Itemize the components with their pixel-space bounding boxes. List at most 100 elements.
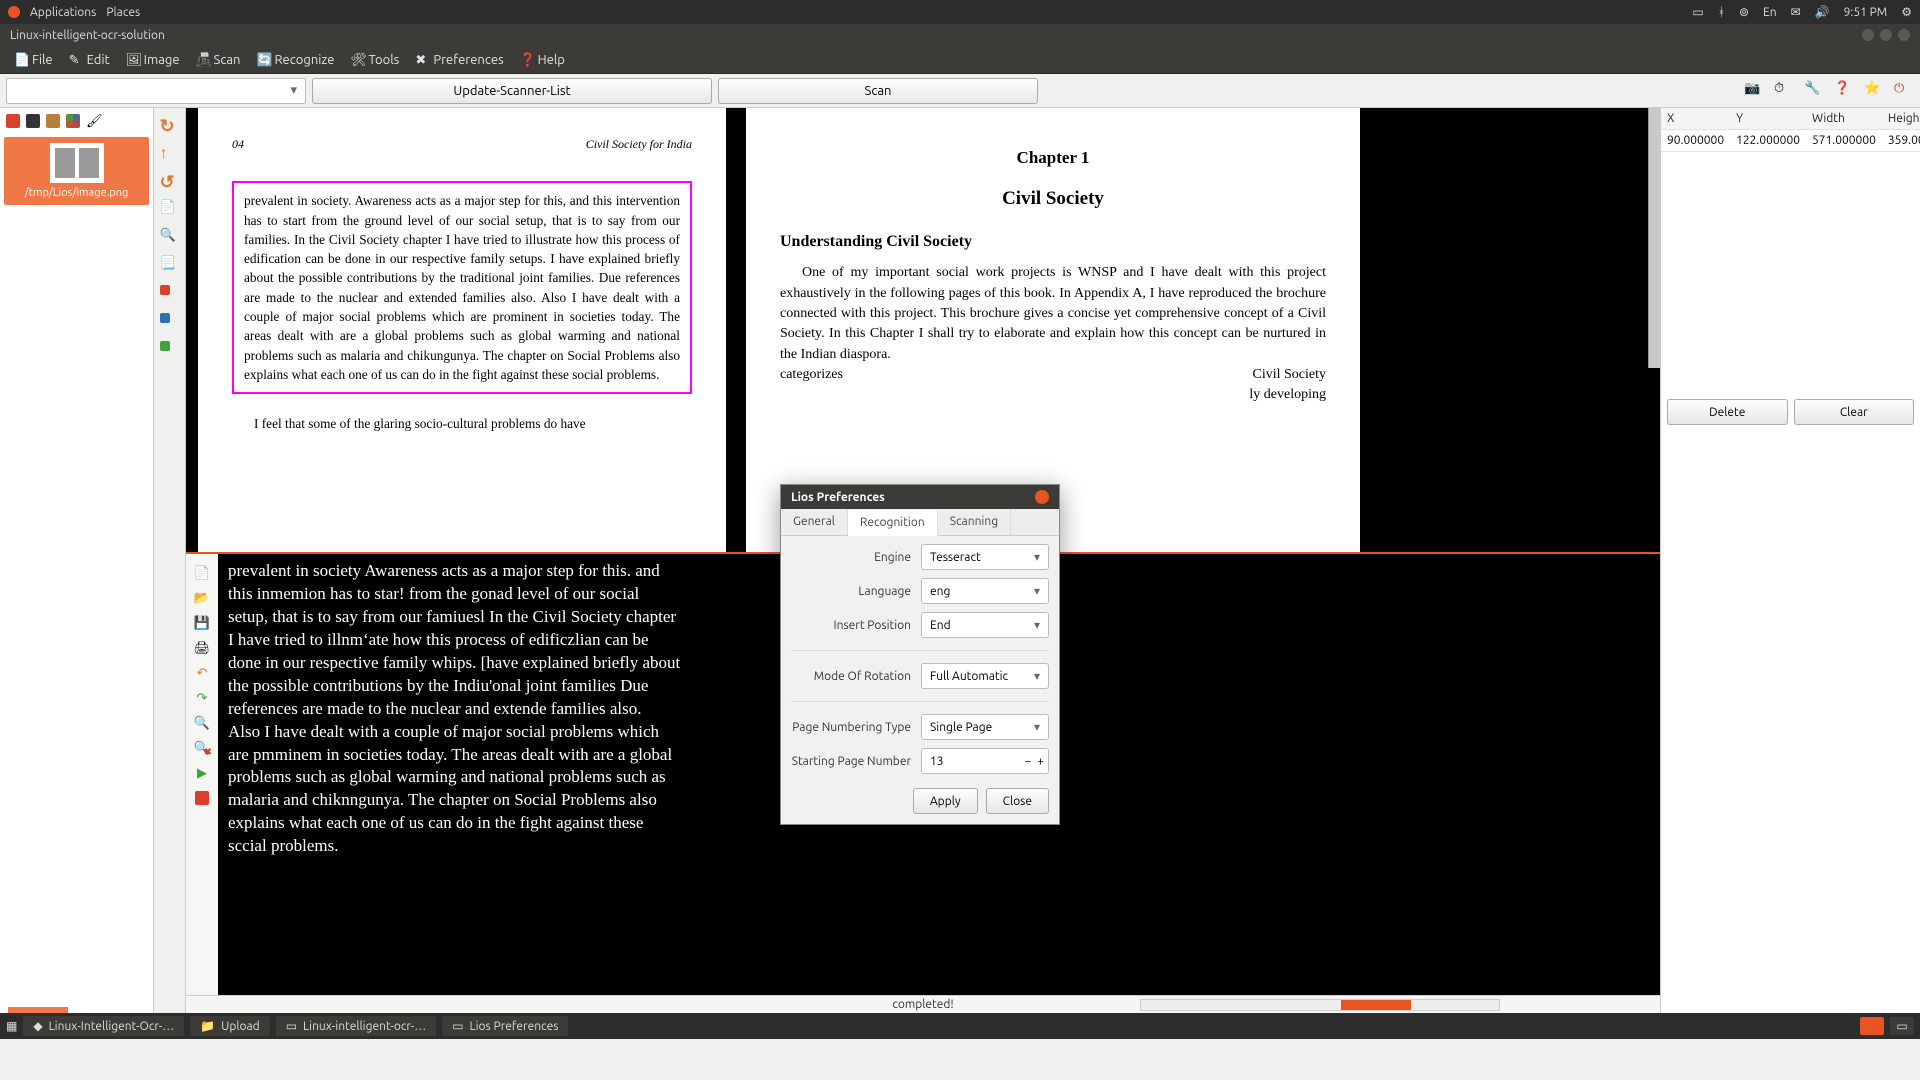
menu-help[interactable]: ❓ Help bbox=[514, 51, 571, 69]
delete-label: Delete bbox=[1709, 406, 1745, 419]
close-window-icon[interactable] bbox=[1898, 29, 1910, 41]
page-left-after: I feel that some of the glaring socio-cu… bbox=[232, 414, 692, 433]
dialog-titlebar[interactable]: Lios Preferences bbox=[781, 485, 1059, 509]
horizontal-scrollbar[interactable] bbox=[1140, 999, 1500, 1011]
workspace-2[interactable]: ▭ bbox=[1890, 1017, 1914, 1035]
timer-icon[interactable]: ⏱ bbox=[1774, 81, 1794, 101]
spinner-plus-icon[interactable]: + bbox=[1037, 755, 1044, 768]
menu-recognize[interactable]: 🔄 Recognize bbox=[250, 51, 340, 69]
page-number: 04 bbox=[232, 136, 244, 153]
label-numbering: Page Numbering Type bbox=[791, 721, 911, 734]
clock[interactable]: 9:51 PM bbox=[1844, 6, 1888, 19]
val-x: 90.000000 bbox=[1661, 130, 1730, 152]
open-folder-icon[interactable]: 📂 bbox=[194, 591, 210, 606]
power-icon[interactable]: ⏻ bbox=[1894, 81, 1914, 101]
delete-button[interactable]: Delete bbox=[1667, 399, 1788, 425]
rotate-left-icon[interactable] bbox=[160, 172, 180, 192]
doc-minus-icon[interactable]: 📃 bbox=[160, 256, 180, 276]
close-button[interactable]: Close bbox=[986, 788, 1049, 814]
doc-icon[interactable]: 📄 bbox=[160, 200, 180, 220]
black-square-icon[interactable] bbox=[26, 114, 40, 128]
dialog-form: Engine Tesseract Language eng Insert Pos… bbox=[781, 536, 1059, 782]
spinner-minus-icon[interactable]: − bbox=[1024, 755, 1031, 768]
wifi-icon[interactable]: ⊚ bbox=[1739, 5, 1749, 19]
workspace-1[interactable] bbox=[1860, 1017, 1884, 1035]
update-scanner-button[interactable]: Update-Scanner-List bbox=[312, 78, 712, 104]
brush-icon[interactable]: 🖌 bbox=[86, 114, 103, 129]
scan-button[interactable]: Scan bbox=[718, 78, 1038, 104]
selection-box[interactable]: prevalent in society. Awareness acts as … bbox=[232, 181, 692, 394]
tab-general[interactable]: General bbox=[781, 509, 848, 535]
save-icon[interactable]: 💾 bbox=[194, 616, 210, 631]
zoom-in-icon[interactable]: 🔍 bbox=[160, 228, 180, 248]
stop-icon[interactable] bbox=[195, 791, 209, 808]
marker-green-icon[interactable] bbox=[160, 340, 180, 360]
menu-image[interactable]: 🖼 Image bbox=[120, 51, 186, 69]
undo-icon[interactable]: ↶ bbox=[197, 666, 208, 681]
menu-preferences[interactable]: ✖ Preferences bbox=[409, 51, 509, 69]
menu-preferences-label: Preferences bbox=[433, 53, 503, 67]
mail-icon[interactable]: ✉ bbox=[1791, 5, 1801, 19]
gear-icon[interactable]: ⚙ bbox=[1901, 5, 1912, 19]
task-lios-window[interactable]: ▭ Linux-intelligent-ocr-… bbox=[276, 1016, 436, 1036]
select-language-value: eng bbox=[930, 585, 950, 598]
menu-applications[interactable]: Applications bbox=[30, 6, 96, 19]
menu-file[interactable]: 📄 File bbox=[8, 51, 59, 69]
task-preferences[interactable]: ▭ Lios Preferences bbox=[442, 1016, 568, 1036]
folder-icon[interactable] bbox=[46, 114, 60, 128]
spinner-start-page[interactable]: 13 − + bbox=[921, 748, 1049, 774]
select-rotation[interactable]: Full Automatic bbox=[921, 663, 1049, 689]
dialog-close-icon[interactable] bbox=[1035, 490, 1049, 504]
select-numbering[interactable]: Single Page bbox=[921, 714, 1049, 740]
camera-icon[interactable]: 📷 bbox=[1744, 81, 1764, 101]
minimize-icon[interactable] bbox=[1862, 29, 1874, 41]
task-lios-main[interactable]: ◆ Linux-Intelligent-Ocr-… bbox=[23, 1016, 184, 1036]
status-text: completed! bbox=[892, 998, 953, 1011]
redo-icon[interactable]: ↷ bbox=[197, 691, 208, 706]
help-toolbar-icon[interactable]: ❓ bbox=[1834, 81, 1854, 101]
table-row[interactable]: 90.000000 122.000000 571.000000 359.0000… bbox=[1661, 130, 1920, 152]
task-upload[interactable]: 📁 Upload bbox=[190, 1016, 270, 1036]
color-wheel-icon[interactable] bbox=[66, 114, 80, 128]
apply-button[interactable]: Apply bbox=[913, 788, 978, 814]
menu-places[interactable]: Places bbox=[106, 6, 140, 19]
thumbnail-preview bbox=[50, 143, 104, 183]
select-engine[interactable]: Tesseract bbox=[921, 544, 1049, 570]
bluetooth-icon[interactable]: ᚼ bbox=[1718, 6, 1725, 19]
menu-scan[interactable]: 📠 Scan bbox=[190, 51, 247, 69]
search-cancel-icon[interactable]: 🔍✖ bbox=[194, 741, 210, 756]
document-scrollbar[interactable] bbox=[1648, 108, 1660, 368]
maximize-icon[interactable] bbox=[1880, 29, 1892, 41]
scrollbar-thumb[interactable] bbox=[1341, 1000, 1411, 1010]
language-indicator[interactable]: En bbox=[1763, 6, 1777, 19]
thumbnail-item[interactable]: /tmp/Lios/image.png bbox=[4, 137, 149, 205]
screen-icon[interactable]: ▭ bbox=[1692, 5, 1703, 19]
play-icon[interactable]: ▶ bbox=[197, 766, 207, 781]
page-left: 04 Civil Society for India prevalent in … bbox=[198, 108, 726, 552]
chapter-title: Civil Society bbox=[780, 185, 1326, 213]
select-engine-value: Tesseract bbox=[930, 551, 981, 564]
red-square-icon[interactable] bbox=[6, 114, 20, 128]
marker-blue-icon[interactable] bbox=[160, 312, 180, 332]
wrench-icon[interactable]: 🔧 bbox=[1804, 81, 1824, 101]
menu-tools[interactable]: 🛠 Tools bbox=[344, 51, 405, 69]
select-insert[interactable]: End bbox=[921, 612, 1049, 638]
select-language[interactable]: eng bbox=[921, 578, 1049, 604]
marker-red-icon[interactable] bbox=[160, 284, 180, 304]
clear-button[interactable]: Clear bbox=[1794, 399, 1915, 425]
tab-recognition[interactable]: Recognition bbox=[848, 510, 938, 536]
move-up-icon[interactable] bbox=[160, 144, 180, 164]
image-icon: 🖼 bbox=[126, 53, 140, 67]
tab-scanning[interactable]: Scanning bbox=[938, 509, 1011, 535]
show-desktop-icon[interactable]: ▦ bbox=[6, 1019, 17, 1033]
volume-icon[interactable]: 🔊 bbox=[1815, 5, 1830, 19]
scanner-dropdown[interactable] bbox=[6, 78, 306, 104]
menu-edit[interactable]: ✎ Edit bbox=[63, 51, 116, 69]
ubuntu-logo-icon bbox=[8, 6, 20, 18]
rotate-right-icon[interactable] bbox=[160, 116, 180, 136]
star-icon[interactable]: ⭐ bbox=[1864, 81, 1884, 101]
menu-file-label: File bbox=[32, 53, 53, 67]
new-doc-icon[interactable]: 📄 bbox=[194, 566, 210, 581]
search-icon[interactable]: 🔍 bbox=[194, 716, 210, 731]
print-icon[interactable]: 🖨 bbox=[194, 641, 211, 656]
